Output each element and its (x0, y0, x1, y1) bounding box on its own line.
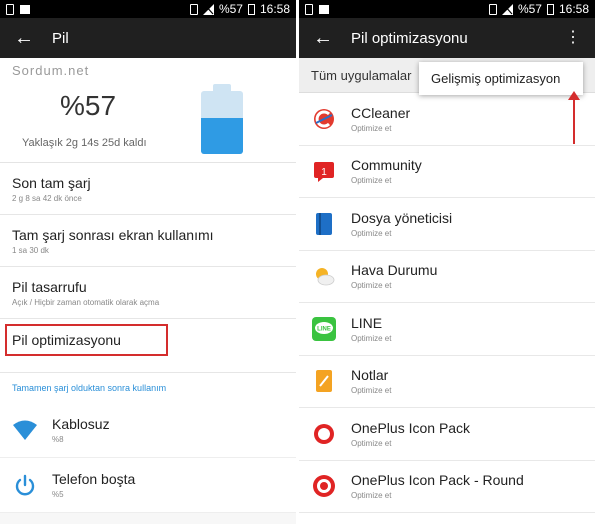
signal-icon (202, 3, 214, 15)
pointer-arrow-icon (568, 91, 580, 144)
community-icon: 1 (312, 159, 336, 183)
file-manager-icon (312, 212, 336, 236)
notification-icon (305, 3, 313, 15)
app-row-oneplus-icon-pack[interactable]: OnePlus Icon Pack Optimize et (299, 408, 595, 461)
battery-level-icon (201, 84, 243, 154)
app-name: Notlar (351, 367, 389, 384)
image-notification-icon (319, 4, 329, 14)
community-badge: 1 (321, 167, 327, 178)
app-status: Optimize et (351, 386, 392, 396)
app-bar: ← Pil optimizasyonu ⋮ (299, 18, 595, 58)
status-battery-text: %57 (517, 2, 542, 16)
advanced-optimization-menu-item[interactable]: Gelişmiş optimizasyon (419, 62, 583, 95)
power-icon (12, 472, 38, 498)
screen-usage-row[interactable]: Tam şarj sonrası ekran kullanımı 1 sa 30… (0, 215, 296, 267)
row-title: Son tam şarj (12, 174, 91, 191)
notification-icon (6, 3, 14, 15)
usage-subtitle: %5 (52, 490, 64, 499)
battery-status-icon (247, 3, 255, 15)
overflow-menu-icon[interactable]: ⋮ (565, 30, 581, 46)
last-full-charge-row[interactable]: Son tam şarj 2 g 8 sa 42 dk önce (0, 163, 296, 215)
line-icon: LINE (312, 316, 336, 341)
battery-saver-row[interactable]: Pil tasarrufu Açık / Hiçbir zaman otomat… (0, 267, 296, 319)
watermark: Sordum.net (12, 63, 90, 78)
app-row-community[interactable]: 1 Community Optimize et (299, 146, 595, 198)
notes-icon (312, 369, 336, 393)
app-row-notes[interactable]: Notlar Optimize et (299, 356, 595, 408)
app-status: Optimize et (351, 333, 392, 343)
battery-summary: Sordum.net %57 Yaklaşık 2g 14s 25d kaldı (0, 58, 296, 163)
page-title: Pil optimizasyonu (351, 29, 468, 47)
usage-title: Kablosuz (52, 416, 110, 432)
app-status: Optimize et (351, 491, 392, 501)
battery-remaining: Yaklaşık 2g 14s 25d kaldı (22, 137, 147, 149)
battery-percent: %57 (60, 90, 117, 121)
row-title: Tam şarj sonrası ekran kullanımı (12, 226, 214, 243)
back-arrow-icon[interactable]: ← (14, 28, 36, 48)
app-status: Optimize et (351, 228, 392, 238)
weather-icon (312, 264, 336, 288)
status-time: 16:58 (558, 2, 589, 16)
status-time: 16:58 (259, 2, 290, 16)
app-status: Optimize et (351, 438, 392, 448)
ccleaner-icon (312, 107, 336, 131)
row-subtitle: Açık / Hiçbir zaman otomatik olarak açma (12, 297, 160, 307)
row-title: Pil tasarrufu (12, 278, 87, 295)
row-subtitle: 2 g 8 sa 42 dk önce (12, 193, 82, 203)
page-title: Pil (52, 29, 69, 47)
signal-icon (501, 3, 513, 15)
app-row-file-manager[interactable]: Dosya yöneticisi Optimize et (299, 198, 595, 251)
usage-subtitle: %8 (52, 435, 64, 444)
app-name: LINE (351, 314, 383, 331)
app-status: Optimize et (351, 123, 392, 133)
status-battery-text: %57 (218, 2, 243, 16)
section-header: Tamamen şarj olduktan sonra kullanım (0, 373, 296, 403)
app-name: Dosya yöneticisi (351, 209, 453, 226)
battery-optimization-screen: %57 16:58 ← Pil optimizasyonu ⋮ Tüm uygu… (299, 0, 595, 524)
app-status: Optimize et (351, 176, 392, 186)
app-name: CCleaner (351, 104, 411, 121)
line-logo-text: LINE (317, 326, 331, 332)
app-name: OnePlus Icon Pack - Round (351, 472, 524, 489)
image-notification-icon (20, 4, 30, 14)
oneplus-round-icon (312, 474, 336, 498)
vibrate-icon (189, 3, 198, 15)
app-name: OnePlus Icon Pack (351, 419, 471, 436)
app-name: Hava Durumu (351, 262, 438, 279)
app-row-ccleaner[interactable]: CCleaner Optimize et (299, 93, 595, 146)
status-bar: %57 16:58 (299, 0, 595, 18)
vibrate-icon (488, 3, 497, 15)
battery-screen: %57 16:58 ← Pil Sordum.net %57 Yaklaşık … (0, 0, 296, 524)
back-arrow-icon[interactable]: ← (313, 28, 335, 48)
battery-status-icon (546, 3, 554, 15)
battery-optimization-row[interactable]: Pil optimizasyonu (0, 319, 296, 373)
app-bar: ← Pil (0, 18, 296, 58)
wifi-icon (12, 417, 38, 443)
app-name: Community (351, 157, 422, 174)
status-bar: %57 16:58 (0, 0, 296, 18)
app-row-line[interactable]: LINE LINE Optimize et (299, 303, 595, 356)
app-row-weather[interactable]: Hava Durumu Optimize et (299, 251, 595, 303)
usage-title: Telefon boşta (52, 471, 136, 487)
row-subtitle: 1 sa 30 dk (12, 245, 49, 255)
usage-item-idle[interactable]: Telefon boşta %5 (0, 458, 296, 513)
filter-label: Tüm uygulamalar (311, 67, 412, 83)
app-row-oneplus-icon-pack-round[interactable]: OnePlus Icon Pack - Round Optimize et (299, 461, 595, 513)
app-status: Optimize et (351, 281, 392, 291)
oneplus-icon (312, 422, 336, 446)
usage-item-wifi[interactable]: Kablosuz %8 (0, 403, 296, 458)
row-title: Pil optimizasyonu (12, 331, 121, 348)
